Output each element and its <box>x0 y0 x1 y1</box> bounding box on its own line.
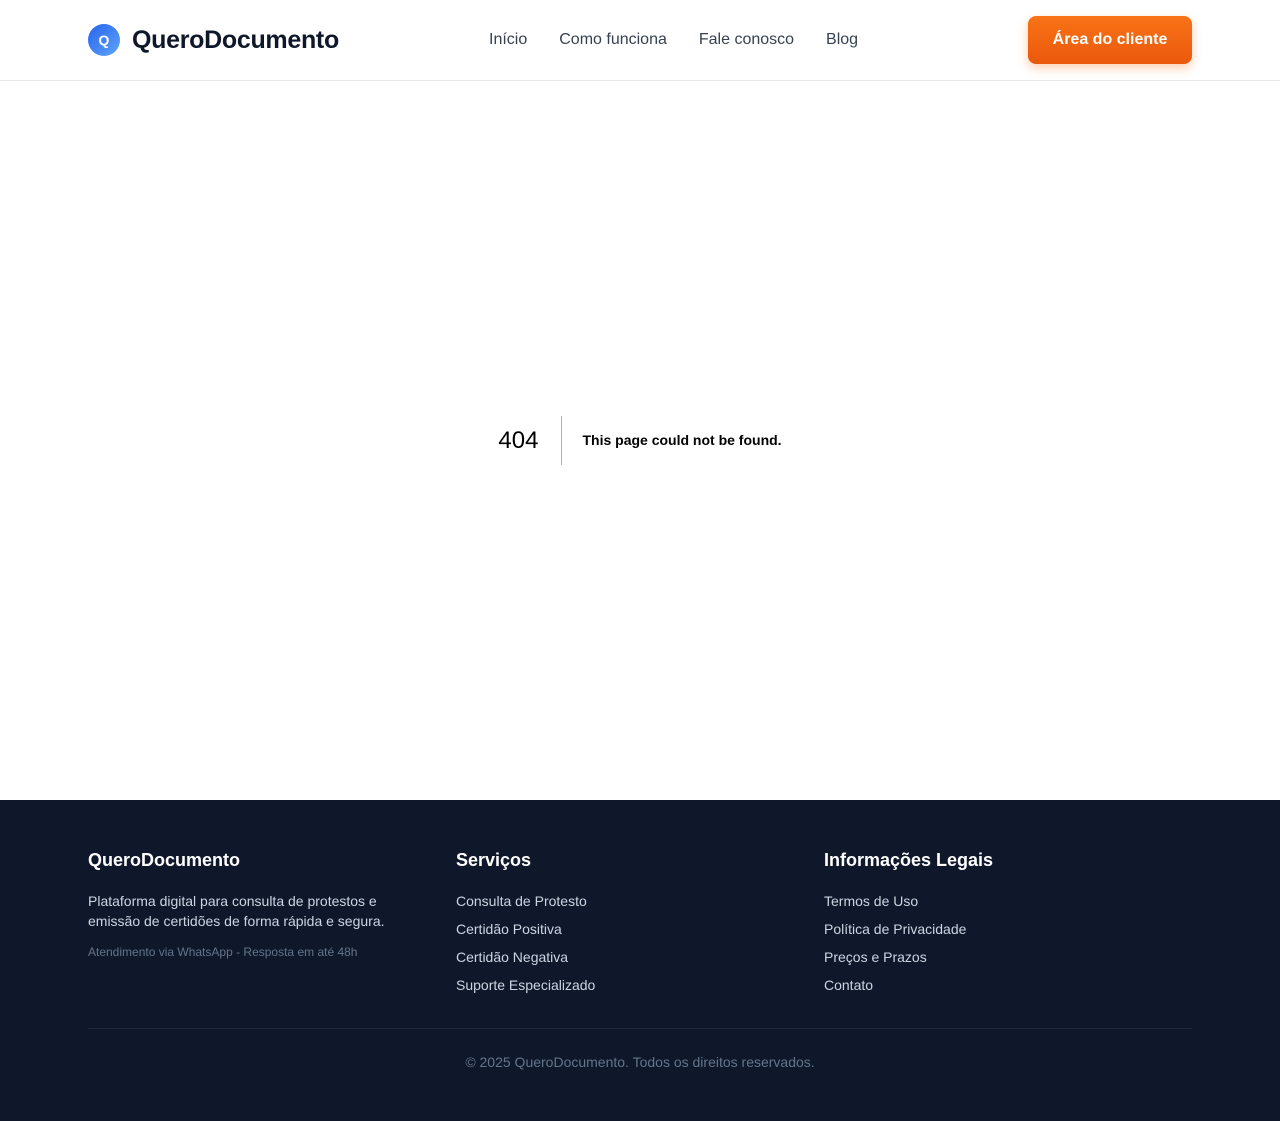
brand[interactable]: Q QueroDocumento <box>88 24 339 56</box>
footer-link-contato[interactable]: Contato <box>824 975 1192 995</box>
brand-logo-icon: Q <box>88 24 120 56</box>
footer-link-termos[interactable]: Termos de Uso <box>824 891 1192 911</box>
footer-legal: Informações Legais Termos de Uso Polític… <box>824 850 1192 1003</box>
footer-link-precos[interactable]: Preços e Prazos <box>824 947 1192 967</box>
footer-about-description: Plataforma digital para consulta de prot… <box>88 893 385 929</box>
footer-services: Serviços Consulta de Protesto Certidão P… <box>456 850 824 1003</box>
footer-columns: QueroDocumento Plataforma digital para c… <box>88 800 1192 1003</box>
nav-como-funciona[interactable]: Como funciona <box>559 31 667 49</box>
client-area-button[interactable]: Área do cliente <box>1028 16 1192 64</box>
main-nav: Início Como funciona Fale conosco Blog <box>489 0 858 80</box>
error-box: 404 This page could not be found. <box>0 416 1280 465</box>
site-footer: QueroDocumento Plataforma digital para c… <box>0 800 1280 1121</box>
error-code: 404 <box>498 416 563 465</box>
site-header: Q QueroDocumento Início Como funciona Fa… <box>0 0 1280 81</box>
main-content: 404 This page could not be found. <box>0 81 1280 800</box>
footer-legal-title: Informações Legais <box>824 850 994 870</box>
footer-link-suporte[interactable]: Suporte Especializado <box>456 975 824 995</box>
nav-blog[interactable]: Blog <box>826 31 858 49</box>
footer-link-certidao-positiva[interactable]: Certidão Positiva <box>456 919 824 939</box>
footer-divider <box>88 1028 1192 1029</box>
nav-inicio[interactable]: Início <box>489 31 527 49</box>
footer-about-note: Atendimento via WhatsApp - Resposta em a… <box>88 945 358 959</box>
copyright: © 2025 QueroDocumento. Todos os direitos… <box>465 1054 815 1070</box>
footer-services-title: Serviços <box>456 850 532 870</box>
brand-name: QueroDocumento <box>132 25 339 54</box>
nav-fale-conosco[interactable]: Fale conosco <box>699 31 794 49</box>
footer-link-privacidade[interactable]: Política de Privacidade <box>824 919 1192 939</box>
footer-about-title: QueroDocumento <box>88 850 241 870</box>
footer-about: QueroDocumento Plataforma digital para c… <box>88 850 456 1003</box>
error-message: This page could not be found. <box>582 432 782 448</box>
footer-link-consulta-protesto[interactable]: Consulta de Protesto <box>456 891 824 911</box>
footer-link-certidao-negativa[interactable]: Certidão Negativa <box>456 947 824 967</box>
